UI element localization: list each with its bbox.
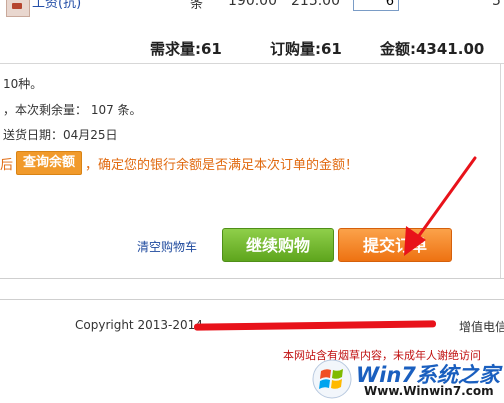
product-stock: 5 [492, 0, 501, 9]
panel-border [500, 64, 501, 278]
product-name-link[interactable]: 工资(抗) [32, 0, 81, 11]
demand-label: 需求量: [150, 40, 201, 58]
order-confirmation-page: 工资(抗) 条 190.00 215.00 6 5 需求量:61 订购量:61 … [0, 0, 504, 403]
product-unit: 条 [190, 0, 204, 12]
cart-item-row: 工资(抗) 条 190.00 215.00 6 5 [0, 0, 504, 28]
amount-value: 4341.00 [416, 40, 485, 58]
order-value: 61 [321, 40, 342, 58]
amount-label: 金额: [380, 40, 416, 58]
watermark: Win7系统之家 Www.Winwin7.com [304, 357, 502, 401]
note-delivery-date: 送货日期：04月25日 [3, 128, 118, 142]
footer-divider-top [0, 278, 504, 279]
product-price-2: 215.00 [291, 0, 340, 9]
order-label: 订购量: [270, 40, 321, 58]
balance-hint: 后查询余额 ，确定您的银行余额是否满足本次订单的金额！ [0, 151, 358, 175]
note-remaining: ，本次剩余量： 107 条。 [3, 103, 142, 117]
order-total: 订购量:61 [270, 38, 342, 59]
amount-total: 金额:4341.00 [380, 38, 484, 59]
order-summary: 需求量:61 订购量:61 金额:4341.00 [0, 28, 504, 64]
windows-logo-icon [312, 359, 352, 399]
hint-message: ，确定您的银行余额是否满足本次订单的金额！ [85, 157, 359, 173]
clear-cart-link[interactable]: 清空购物车 [137, 238, 197, 255]
check-balance-button[interactable]: 查询余额 [16, 151, 83, 175]
watermark-url: Www.Winwin7.com [364, 384, 494, 398]
copyright-text: Copyright 2013-2014 [75, 318, 203, 332]
submit-order-button[interactable]: 提交订单 [338, 228, 452, 262]
value-added-license: 增值电信 [459, 320, 504, 334]
continue-shopping-button[interactable]: 继续购物 [222, 228, 334, 262]
product-price-1: 190.00 [228, 0, 277, 9]
summary-divider [0, 63, 504, 64]
quantity-input[interactable]: 6 [353, 0, 399, 11]
demand-total: 需求量:61 [150, 38, 222, 59]
demand-value: 61 [201, 40, 222, 58]
product-thumbnail[interactable] [6, 0, 30, 17]
redaction-stroke [193, 320, 437, 331]
note-variety-count: 10种。 [3, 77, 43, 91]
hint-lead: 后 [0, 157, 14, 173]
footer-divider-bottom [0, 299, 504, 300]
